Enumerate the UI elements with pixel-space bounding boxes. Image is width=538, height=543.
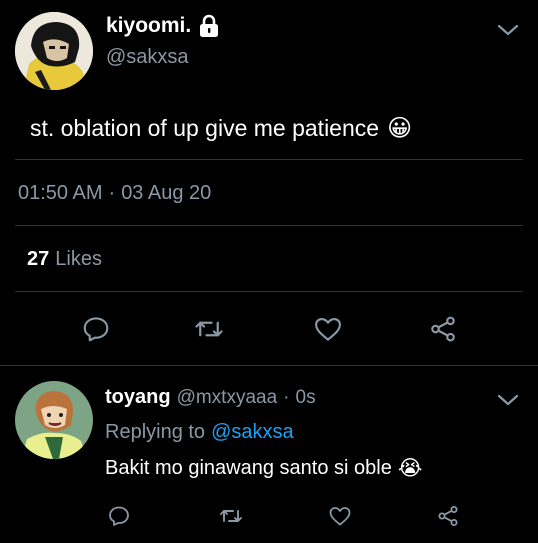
- replying-to-prefix: Replying to: [105, 421, 206, 443]
- tweet-time: 01:50 AM: [18, 182, 103, 204]
- tweet-text: st. oblation of up give me patience: [30, 115, 380, 141]
- grinning-emoji: 😀: [387, 115, 413, 142]
- reply-age: 0s: [295, 387, 316, 408]
- divider: [15, 225, 523, 226]
- avatar-image: [15, 381, 93, 459]
- reply-text: Bakit mo ginawang santo si oble: [105, 457, 392, 479]
- avatar-image: [15, 12, 93, 90]
- retweet-icon[interactable]: [218, 503, 244, 529]
- chevron-down-icon[interactable]: [496, 390, 520, 410]
- chevron-down-icon[interactable]: [496, 20, 520, 40]
- likes-count: 27: [27, 248, 50, 270]
- divider: [0, 365, 538, 366]
- share-icon[interactable]: [435, 503, 461, 529]
- reply-icon[interactable]: [106, 503, 132, 529]
- tweet-date: 03 Aug 20: [121, 182, 212, 204]
- reply-author-avatar[interactable]: [15, 381, 93, 459]
- crying-emoji: 😭: [397, 457, 423, 480]
- author-display-name[interactable]: kiyoomi.: [106, 14, 191, 38]
- tweet-text-row: st. oblation of up give me patience 😀: [30, 114, 412, 143]
- likes-label: Likes: [55, 248, 102, 270]
- like-icon[interactable]: [312, 313, 344, 345]
- retweet-icon[interactable]: [193, 313, 225, 345]
- divider: [15, 159, 523, 160]
- reply-display-name[interactable]: toyang: [105, 386, 171, 409]
- likes-summary[interactable]: 27 Likes: [27, 248, 102, 271]
- reply-text-row: Bakit mo ginawang santo si oble 😭: [105, 456, 422, 481]
- divider: [15, 291, 523, 292]
- replying-to-line: Replying to @sakxsa: [105, 421, 294, 444]
- replying-to-handle[interactable]: @sakxsa: [211, 421, 294, 444]
- reply-handle[interactable]: @mxtxyaaa: [177, 387, 278, 409]
- meta-separator: ·: [283, 387, 290, 408]
- author-handle[interactable]: @sakxsa: [106, 46, 189, 69]
- share-icon[interactable]: [427, 313, 459, 345]
- author-avatar[interactable]: [15, 12, 93, 90]
- tweet-timestamp[interactable]: 01:50 AM · 03 Aug 20: [18, 182, 211, 205]
- meta-separator: ·: [108, 182, 116, 204]
- like-icon[interactable]: [327, 503, 353, 529]
- reply-icon[interactable]: [80, 313, 112, 345]
- reply-header: toyang @mxtxyaaa · 0s: [105, 386, 316, 409]
- lock-icon: [197, 14, 221, 38]
